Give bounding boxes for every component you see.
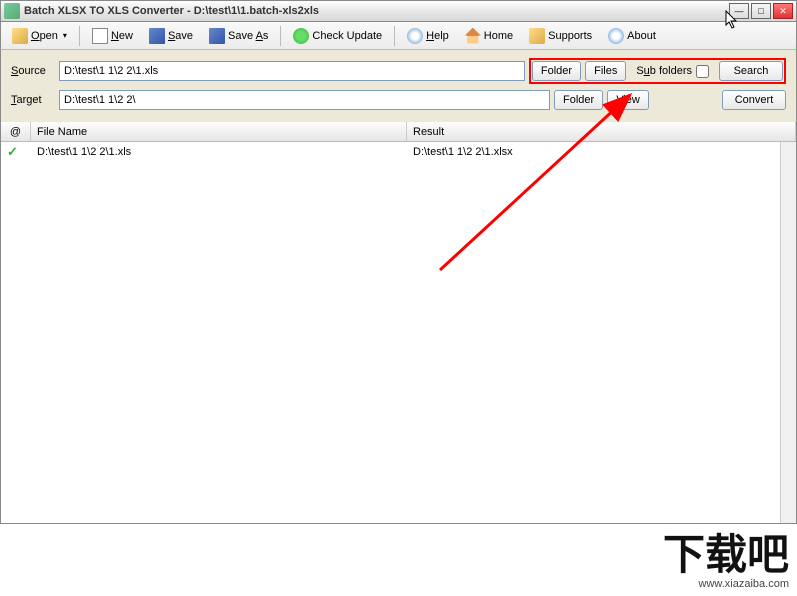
about-icon [608,28,624,44]
about-label: About [627,30,656,42]
target-folder-button[interactable]: Folder [554,90,603,110]
watermark-text: 下载吧 [663,534,789,576]
new-icon [92,28,108,44]
list-row[interactable]: ✓ D:\test\1 1\2 2\1.xls D:\test\1 1\2 2\… [1,142,796,162]
sub-folders-label[interactable]: Sub folders [636,65,709,78]
save-as-button[interactable]: Save As [202,24,275,48]
scrollbar[interactable] [780,142,796,523]
list-header: @ File Name Result [1,122,796,142]
supports-label: Supports [548,30,592,42]
watermark: 下载吧 www.xiazaiba.com [663,534,789,590]
separator [280,26,281,46]
help-icon [407,28,423,44]
source-label: Source [11,65,53,77]
save-icon [149,28,165,44]
list-body: ✓ D:\test\1 1\2 2\1.xls D:\test\1 1\2 2\… [1,142,796,162]
open-button[interactable]: Open ▾ [5,24,74,48]
home-label: Home [484,30,513,42]
target-input[interactable] [59,90,550,110]
open-icon [12,28,28,44]
check-icon: ✓ [7,144,18,159]
row-status: ✓ [1,142,31,162]
toolbar: Open ▾ New Save Save As Check Update Hel… [0,22,797,50]
target-label: Target [11,94,53,106]
sub-folders-checkbox[interactable] [696,65,709,78]
search-button[interactable]: Search [719,61,783,81]
home-icon [465,28,481,44]
chevron-down-icon: ▾ [63,31,67,40]
check-update-label: Check Update [312,30,382,42]
source-folder-button[interactable]: Folder [532,61,581,81]
row-result: D:\test\1 1\2 2\1.xlsx [407,144,796,160]
home-button[interactable]: Home [458,24,520,48]
source-input[interactable] [59,61,525,81]
cursor-icon [725,10,739,30]
convert-button[interactable]: Convert [722,90,786,110]
close-button[interactable]: ✕ [773,3,793,19]
update-icon [293,28,309,44]
separator [394,26,395,46]
watermark-url: www.xiazaiba.com [663,578,789,590]
save-as-icon [209,28,225,44]
separator [79,26,80,46]
source-row: Source Folder Files Sub folders Search [11,58,786,84]
col-header-result[interactable]: Result [407,122,796,141]
col-header-status[interactable]: @ [1,122,31,141]
file-list: @ File Name Result ✓ D:\test\1 1\2 2\1.x… [0,122,797,524]
maximize-button[interactable]: □ [751,3,771,19]
titlebar: Batch XLSX TO XLS Converter - D:\test\1\… [0,0,797,22]
support-icon [529,28,545,44]
about-button[interactable]: About [601,24,663,48]
target-row: Target Folder View Convert [11,90,786,110]
help-button[interactable]: Help [400,24,456,48]
window-title: Batch XLSX TO XLS Converter - D:\test\1\… [24,5,729,17]
new-button[interactable]: New [85,24,140,48]
source-files-button[interactable]: Files [585,61,626,81]
annotation-box-source: Folder Files Sub folders Search [529,58,786,84]
open-label: pen [40,30,58,42]
check-update-button[interactable]: Check Update [286,24,389,48]
form-area: Source Folder Files Sub folders Search T… [0,50,797,122]
view-button[interactable]: View [607,90,649,110]
supports-button[interactable]: Supports [522,24,599,48]
row-filename: D:\test\1 1\2 2\1.xls [31,144,407,160]
col-header-filename[interactable]: File Name [31,122,407,141]
save-button[interactable]: Save [142,24,200,48]
app-icon [4,3,20,19]
